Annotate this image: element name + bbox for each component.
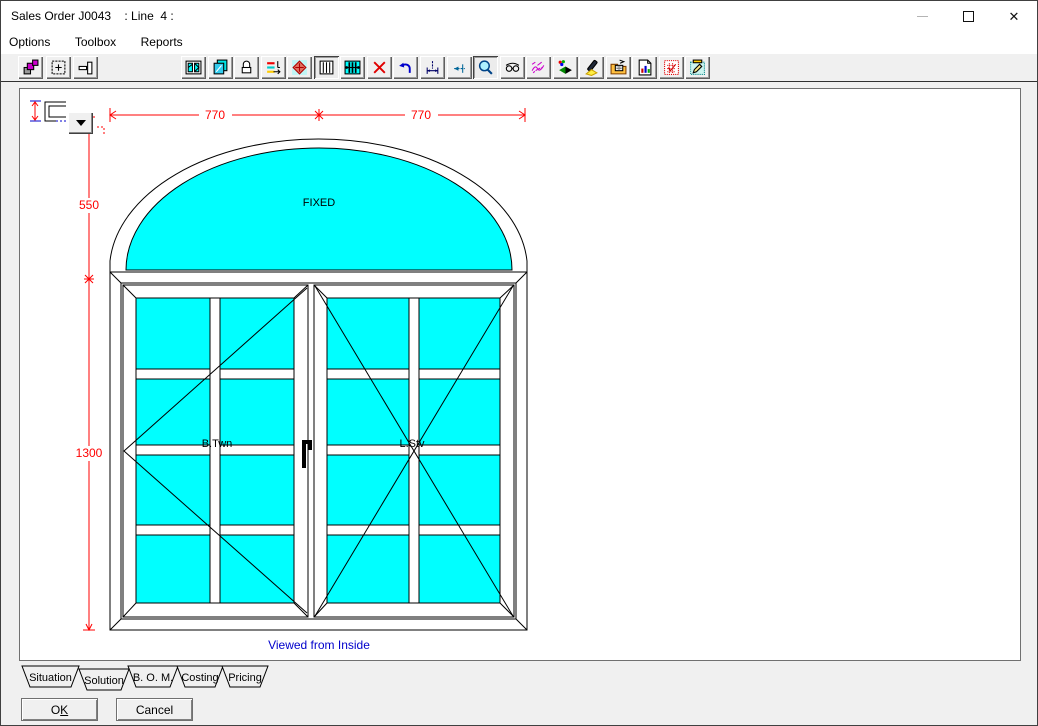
view-caption: Viewed from Inside — [268, 638, 370, 652]
menu-bar: Options Toolbox Reports — [1, 31, 1037, 54]
arch-glass[interactable] — [126, 148, 512, 270]
dimension-left-icon — [451, 59, 468, 76]
toolbar-button-view[interactable] — [500, 56, 525, 79]
open-table-icon — [610, 59, 627, 76]
toolbar — [1, 54, 1037, 82]
window-design-icon — [185, 59, 202, 76]
maximize-icon — [963, 11, 974, 22]
tab-label-solution[interactable]: Solution — [84, 675, 124, 687]
georgian-grid-icon — [344, 59, 361, 76]
specification-icon — [265, 59, 282, 76]
toolbar-button-dimension[interactable] — [420, 56, 445, 79]
minimize-icon — [917, 16, 928, 17]
tab-strip: Situation B. O. M. Costing Pricing Solution — [1, 664, 1038, 692]
toolbar-button-grid-edit[interactable] — [685, 56, 710, 79]
window-title: Sales Order J0043 : Line 4 : — [11, 9, 174, 23]
section-center-icon — [50, 59, 67, 76]
right-sash-label: L.Stv — [399, 438, 425, 450]
toolbar-button-vertical-bars[interactable] — [314, 56, 339, 79]
dim-width-left: 770 — [205, 108, 225, 122]
toolbar-button-glazing[interactable] — [208, 56, 233, 79]
dim-height-bottom: 1300 — [76, 446, 103, 460]
drawing-canvas: 770 770 550 1300 FIXED B.Twn L.Stv Viewe… — [19, 88, 1021, 661]
toolbar-button-delete[interactable] — [367, 56, 392, 79]
toolbar-button-georgian-grid[interactable] — [340, 56, 365, 79]
toolbar-button-move[interactable] — [553, 56, 578, 79]
maximize-button[interactable] — [945, 1, 991, 31]
tab-situation[interactable]: Situation — [22, 666, 79, 687]
ok-label: O — [51, 703, 60, 717]
arch-type-label: FIXED — [303, 197, 335, 209]
toolbar-button-hardware[interactable] — [234, 56, 259, 79]
ok-button[interactable]: OK — [21, 698, 98, 721]
toolbar-button-undo[interactable] — [393, 56, 418, 79]
app-window: Sales Order J0043 : Line 4 : ✕ Options T… — [0, 0, 1038, 726]
vertical-bars-icon — [318, 59, 335, 76]
tab-pricing[interactable]: Pricing — [222, 666, 268, 687]
left-sash-label: B.Twn — [202, 438, 233, 450]
toolbar-button-profile-end[interactable] — [73, 56, 98, 79]
dim-height-top: 550 — [79, 198, 99, 212]
tab-label-b-o-m[interactable]: B. O. M. — [133, 672, 173, 684]
report-chart-icon — [636, 59, 653, 76]
undo-icon — [397, 59, 414, 76]
toolbar-button-products[interactable] — [18, 56, 43, 79]
window-drawing: 770 770 550 1300 FIXED B.Twn L.Stv Viewe… — [20, 89, 1020, 660]
minimize-button[interactable] — [899, 1, 945, 31]
dropdown-arrow-icon — [76, 120, 86, 126]
menu-toolbox[interactable]: Toolbox — [65, 31, 126, 49]
profile-end-icon — [77, 59, 94, 76]
tab-solution[interactable]: Solution — [79, 669, 129, 690]
dim-width-right: 770 — [411, 108, 431, 122]
dimension-icon — [424, 59, 441, 76]
toolbar-button-specification[interactable] — [261, 56, 286, 79]
grid-edit-icon — [689, 59, 706, 76]
menu-options[interactable]: Options — [1, 31, 60, 49]
toolbar-button-report-chart[interactable] — [632, 56, 657, 79]
spray-icon — [583, 59, 600, 76]
tab-b-o-m[interactable]: B. O. M. — [128, 666, 178, 687]
toolbar-button-window-design[interactable] — [181, 56, 206, 79]
glazing-icon — [212, 59, 229, 76]
sketch-icon — [530, 59, 547, 76]
toolbar-button-transfer[interactable] — [287, 56, 312, 79]
tab-label-situation[interactable]: Situation — [29, 672, 72, 684]
transfer-icon — [291, 59, 308, 76]
toolbar-button-zoom[interactable] — [473, 56, 498, 79]
tab-costing[interactable]: Costing — [177, 666, 223, 687]
menu-reports[interactable]: Reports — [131, 31, 193, 49]
move-icon — [557, 59, 574, 76]
section-dropdown-button[interactable] — [68, 112, 93, 134]
cancel-button[interactable]: Cancel — [116, 698, 193, 721]
grid-check-icon — [663, 59, 680, 76]
hardware-icon — [238, 59, 255, 76]
toolbar-button-dimension-left[interactable] — [447, 56, 472, 79]
toolbar-button-section-center[interactable] — [46, 56, 71, 79]
products-icon — [22, 59, 39, 76]
view-icon — [504, 59, 521, 76]
toolbar-button-sketch[interactable] — [526, 56, 551, 79]
toolbar-button-grid-check[interactable] — [659, 56, 684, 79]
close-icon: ✕ — [1009, 10, 1020, 23]
window-controls: ✕ — [899, 1, 1037, 31]
toolbar-button-spray[interactable] — [579, 56, 604, 79]
title-bar: Sales Order J0043 : Line 4 : ✕ — [1, 1, 1037, 31]
tab-label-pricing[interactable]: Pricing — [228, 672, 262, 684]
close-button[interactable]: ✕ — [991, 1, 1037, 31]
toolbar-button-open-table[interactable] — [606, 56, 631, 79]
zoom-icon — [477, 59, 494, 76]
delete-icon — [371, 59, 388, 76]
ok-label-accesskey: K — [60, 703, 68, 717]
tab-label-costing[interactable]: Costing — [181, 672, 218, 684]
